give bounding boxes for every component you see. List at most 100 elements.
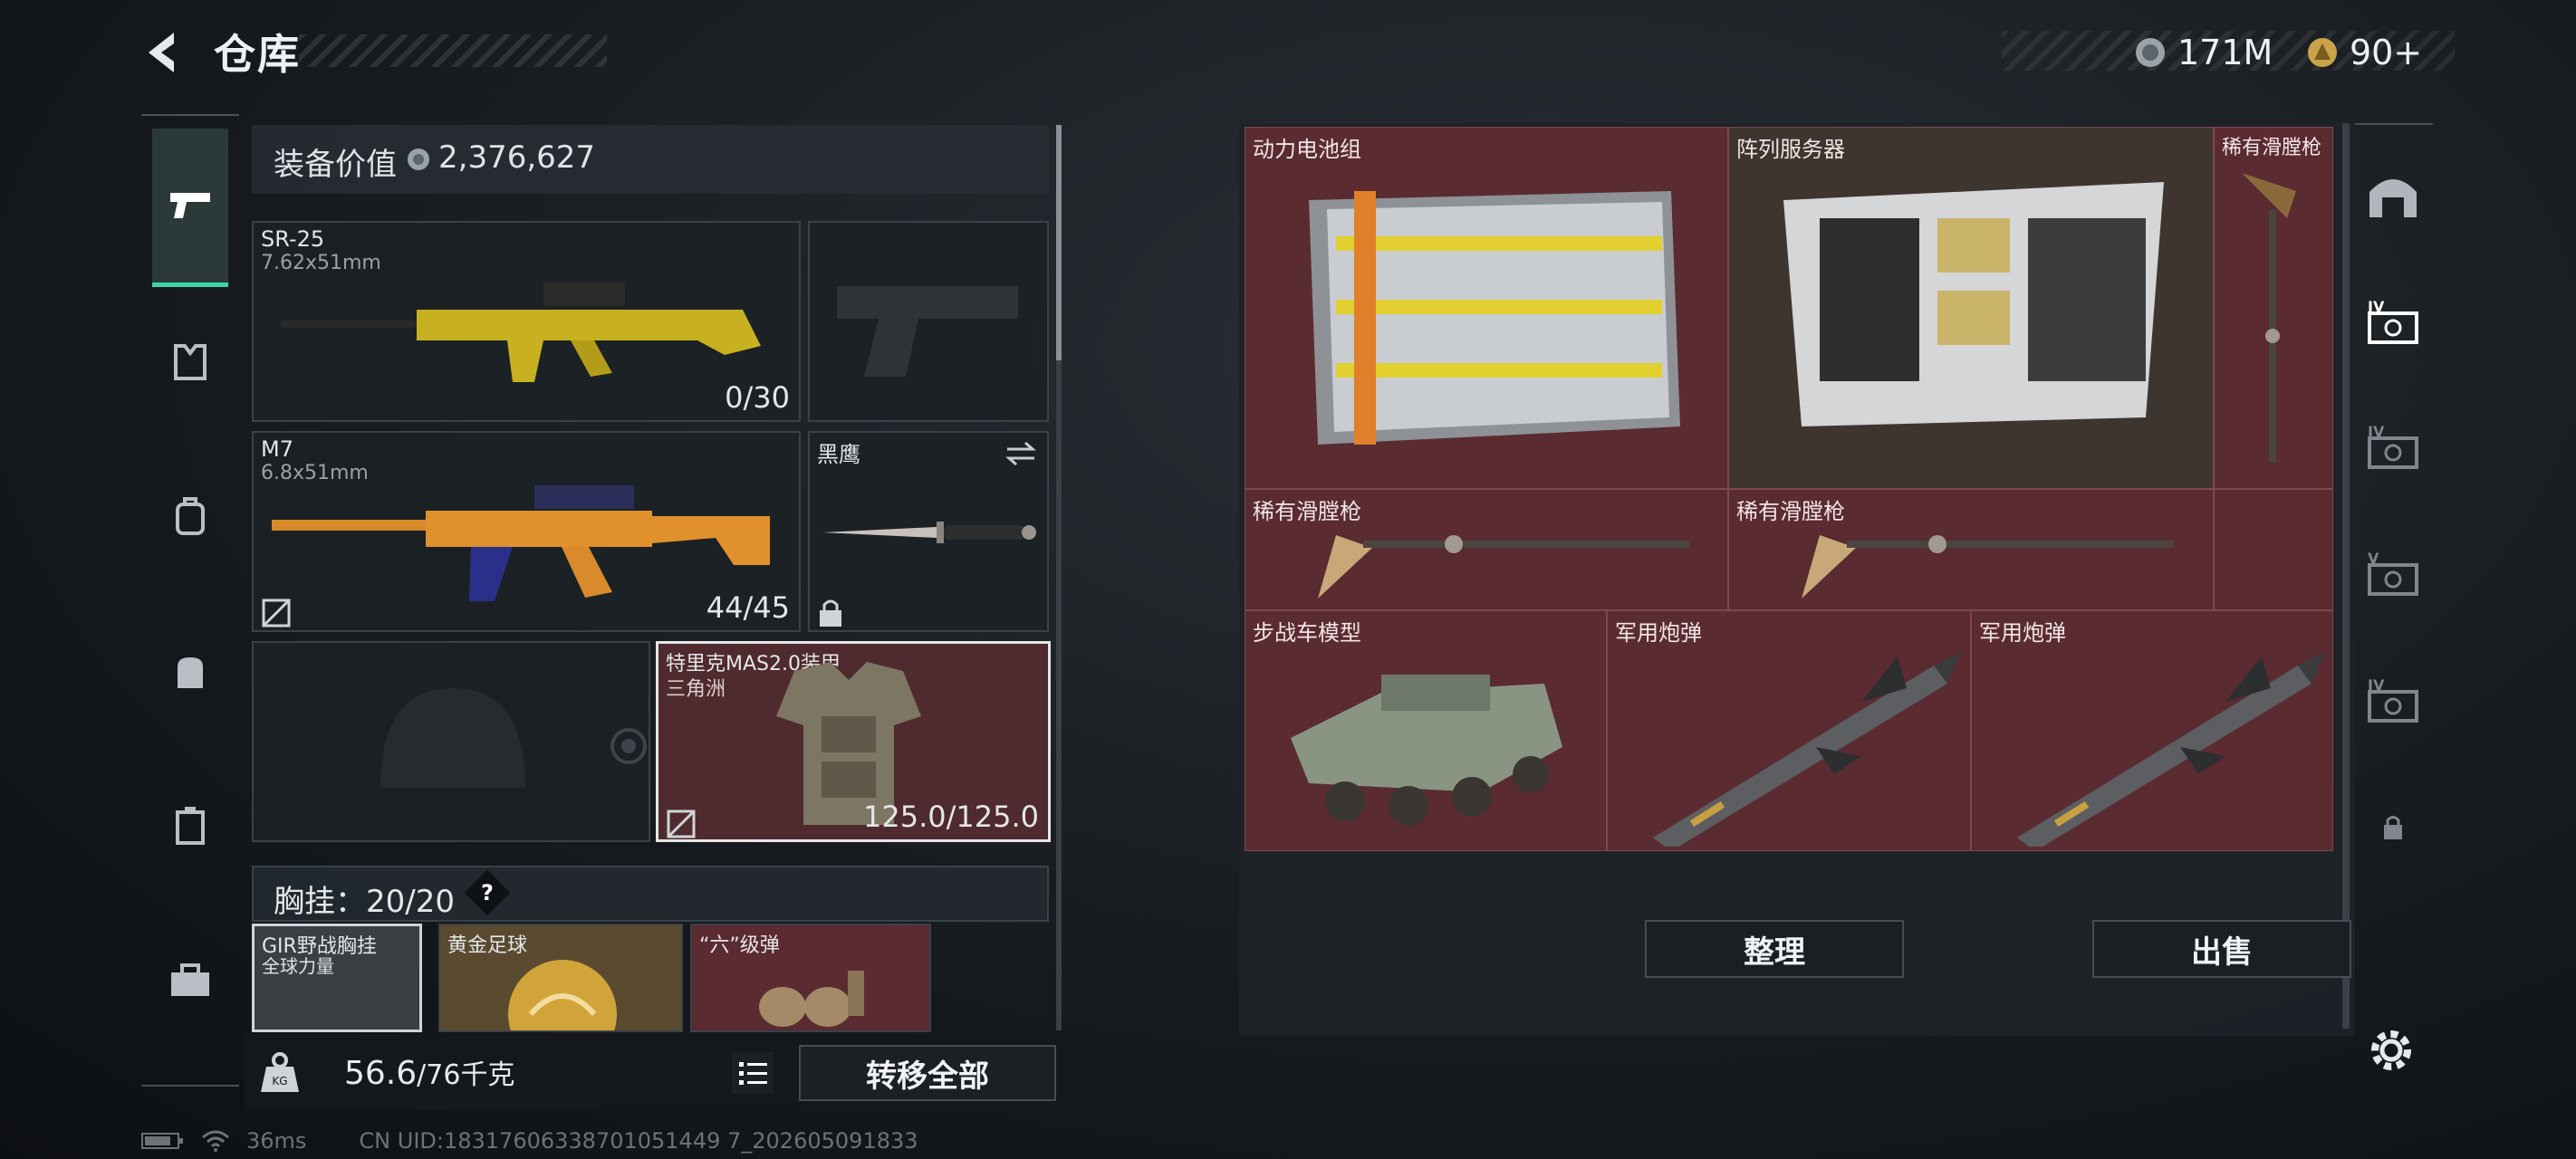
home-arch-icon — [2369, 179, 2417, 217]
storage-grid: 动力电池组 阵列服务器 稀有滑膛枪 稀有滑膛枪 稀有滑膛枪 步战车模型 军用炮弹… — [1245, 127, 2333, 851]
rig-item[interactable]: 黄金足球 — [438, 924, 683, 1032]
rifle-image — [272, 485, 770, 601]
musket-image — [1318, 535, 1689, 599]
currency-2-value: 90+ — [2350, 33, 2423, 72]
storage-item[interactable]: 稀有滑膛枪 — [2214, 127, 2333, 489]
battery-icon — [141, 1133, 183, 1149]
title-decoration — [299, 34, 607, 67]
rig-count: 20/20 — [366, 884, 455, 920]
weapon-name: SR-25 — [261, 226, 325, 252]
nav-toolbox[interactable] — [152, 942, 228, 1018]
storage-box-icon: IV — [2368, 676, 2418, 723]
backpack-icon — [176, 497, 205, 535]
tab-storage-4[interactable]: IV — [2360, 666, 2426, 732]
ping-value: 36ms — [246, 1128, 307, 1154]
primary-weapon-slot[interactable]: SR-25 7.62x51mm 0/30 — [252, 221, 801, 422]
tab-storage-1[interactable]: IV — [2360, 288, 2426, 353]
armor-sub: 三角洲 — [666, 678, 726, 701]
chest-rig-label: 胸挂：20/20 — [274, 876, 455, 921]
currency-1-value: 171M — [2177, 33, 2273, 72]
storage-scrollbar[interactable] — [2342, 123, 2350, 1029]
tab-locked[interactable] — [2360, 795, 2426, 860]
case-icon — [176, 807, 205, 845]
storage-item[interactable]: 步战车模型 — [1245, 610, 1607, 851]
armor-durability: 125.0/125.0 — [863, 800, 1039, 834]
storage-item[interactable]: 军用炮弹 — [1607, 610, 1971, 851]
currency-2[interactable]: 90+ — [2306, 33, 2422, 72]
storage-item[interactable]: 阵列服务器 — [1728, 127, 2214, 489]
tab-home[interactable] — [2360, 163, 2426, 228]
settings-gear-icon[interactable] — [2364, 1023, 2418, 1078]
ammo-image — [759, 971, 864, 1027]
weight-value: 56.6/76千克 — [344, 1052, 514, 1092]
armor-icon — [174, 344, 207, 380]
nav-case[interactable] — [152, 788, 228, 864]
nav-armor[interactable] — [152, 324, 228, 400]
rig-item-name: “六”级弹 — [699, 934, 780, 957]
weapon-name: M7 — [261, 436, 293, 462]
organize-button[interactable]: 整理 — [1645, 920, 1904, 978]
helmet-placeholder-icon — [380, 688, 525, 788]
list-icon[interactable] — [730, 1050, 775, 1096]
equipment-value-label: 装备价值 — [274, 147, 397, 183]
storage-box-icon: IV — [2368, 423, 2418, 469]
melee-name: 黑鹰 — [817, 442, 860, 467]
equipment-value-bar: 装备价值 2,376,627 — [252, 125, 1049, 194]
pistol-slot[interactable] — [808, 221, 1049, 422]
back-arrow-icon[interactable] — [136, 25, 190, 80]
missile-image — [1653, 652, 1961, 847]
nav-backpack[interactable] — [152, 478, 228, 554]
rifle-image — [281, 283, 761, 382]
currency-1[interactable]: 171M — [2134, 33, 2273, 72]
coin-icon — [2136, 38, 2165, 67]
uid-text: CN UID:18317606338701051449 7_2026050918… — [359, 1128, 918, 1154]
storage-panel: 动力电池组 阵列服务器 稀有滑膛枪 稀有滑膛枪 稀有滑膛枪 步战车模型 军用炮弹… — [1239, 123, 2355, 1036]
armor-slot[interactable]: 特里克MAS2.0装甲 三角洲 125.0/125.0 — [656, 641, 1051, 842]
storage-item[interactable]: 稀有滑膛枪 — [1245, 489, 1728, 610]
missile-image — [2017, 652, 2325, 847]
musket-image — [1802, 535, 2173, 599]
help-button[interactable]: ? — [464, 869, 511, 916]
rig-item[interactable]: GIR野战胸挂 全球力量 — [252, 924, 422, 1032]
helmet-slot[interactable] — [252, 641, 650, 842]
rig-item-sub: 全球力量 — [262, 955, 334, 977]
tab-storage-3[interactable]: V — [2360, 540, 2426, 605]
wifi-icon — [202, 1130, 229, 1152]
lock-icon — [2384, 816, 2402, 839]
melee-slot[interactable]: 黑鹰 — [808, 431, 1049, 632]
status-bar: 36ms CN UID:18317606338701051449 7_20260… — [141, 1128, 918, 1154]
weight-current: 56.6 — [344, 1055, 418, 1092]
gold-coin-icon — [2308, 38, 2337, 67]
no-insure-icon — [667, 809, 696, 838]
secondary-weapon-slot[interactable]: M7 6.8x51mm 44/45 — [252, 431, 801, 632]
no-insure-icon — [262, 599, 291, 627]
rig-item[interactable]: “六”级弹 — [690, 924, 931, 1032]
nav-weapon[interactable] — [152, 129, 228, 287]
empty-cell[interactable] — [2214, 489, 2333, 610]
nav-bag[interactable] — [152, 634, 228, 710]
weight-icon: KG — [261, 1052, 299, 1092]
chest-rig-bar: 胸挂：20/20 ? — [252, 866, 1049, 922]
weight-bar: KG 56.6/76千克 转移全部 — [245, 1034, 1071, 1110]
gold-ball-image — [508, 960, 617, 1030]
pistol-icon — [170, 193, 210, 218]
storage-item[interactable]: 稀有滑膛枪 — [1728, 489, 2214, 610]
ammo-count: 44/45 — [706, 590, 790, 625]
swap-icon[interactable] — [1005, 440, 1036, 467]
storage-item[interactable]: 动力电池组 — [1245, 127, 1728, 489]
storage-box-icon: IV — [2368, 298, 2418, 344]
ifv-model-image — [1291, 675, 1562, 826]
transfer-all-button[interactable]: 转移全部 — [799, 1045, 1056, 1101]
left-nav — [141, 114, 239, 1087]
top-bar: 仓库 171M 90+ — [0, 0, 2576, 109]
lock-icon — [820, 599, 841, 627]
svg-text:KG: KG — [272, 1075, 287, 1087]
scroll-thumb[interactable] — [1056, 125, 1062, 360]
rig-label-text: 胸挂： — [274, 884, 366, 920]
tab-storage-2[interactable]: IV — [2360, 413, 2426, 478]
equipment-panel: 装备价值 2,376,627 SR-25 7.62x51mm 0/30 M7 6… — [252, 125, 1062, 1112]
coin-icon — [408, 148, 429, 170]
sell-button[interactable]: 出售 — [2092, 920, 2351, 978]
page-title: 仓库 — [214, 30, 301, 79]
storage-item[interactable]: 军用炮弹 — [1971, 610, 2333, 851]
